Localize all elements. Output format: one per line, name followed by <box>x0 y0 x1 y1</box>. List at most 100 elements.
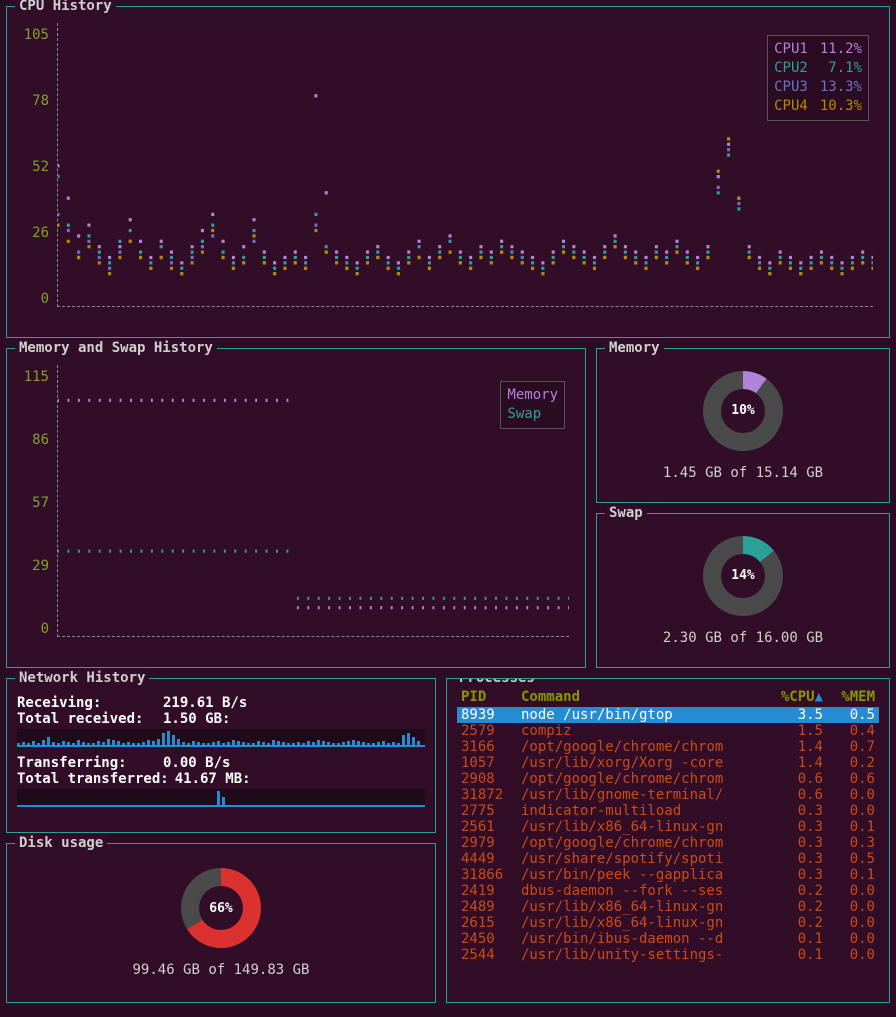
cell-cpu: 0.3 <box>765 819 827 835</box>
cell-pid: 2561 <box>457 819 517 835</box>
cpu-history-panel: CPU History 105 78 52 26 0 CPU111.2%CPU2… <box>6 6 890 338</box>
tx-label: Transferring: <box>17 755 157 771</box>
cpu-chart-area <box>57 23 873 307</box>
mem-chart <box>58 365 569 636</box>
cell-cpu: 0.1 <box>765 947 827 963</box>
legend-item: CPU111.2% <box>774 40 862 59</box>
cell-cmd: /usr/bin/peek --gapplica <box>517 867 765 883</box>
cell-cmd: /usr/lib/xorg/Xorg -core <box>517 755 765 771</box>
cell-cmd: /usr/lib/x86_64-linux-gn <box>517 915 765 931</box>
cell-cmd: /usr/lib/gnome-terminal/ <box>517 787 765 803</box>
table-row[interactable]: 2979 /opt/google/chrome/chrom 0.3 0.3 <box>457 835 879 851</box>
table-row[interactable]: 2579 compiz 1.5 0.4 <box>457 723 879 739</box>
panel-title: Disk usage <box>15 835 107 851</box>
rx-value: 219.61 B/s <box>163 695 247 711</box>
cell-cmd: /usr/lib/x86_64-linux-gn <box>517 819 765 835</box>
col-cpu[interactable]: %CPU▲ <box>765 687 827 707</box>
table-row[interactable]: 4449 /usr/share/spotify/spoti 0.3 0.5 <box>457 851 879 867</box>
tx-total-label: Total transferred: <box>17 771 169 787</box>
cell-mem: 0.0 <box>827 899 879 915</box>
cell-cmd: compiz <box>517 723 765 739</box>
processes-panel: Processes PID Command %CPU▲ %MEM 8939 no… <box>446 678 890 1003</box>
col-pid[interactable]: PID <box>457 687 517 707</box>
cell-pid: 31872 <box>457 787 517 803</box>
memory-panel: Memory 10% 1.45 GB of 15.14 GB <box>596 348 890 503</box>
cell-mem: 0.1 <box>827 819 879 835</box>
cell-cpu: 3.5 <box>765 707 827 723</box>
mem-y-axis: 115 86 57 29 0 <box>17 369 49 637</box>
table-row[interactable]: 3166 /opt/google/chrome/chrom 1.4 0.7 <box>457 739 879 755</box>
table-row[interactable]: 2450 /usr/bin/ibus-daemon --d 0.1 0.0 <box>457 931 879 947</box>
cell-cpu: 0.3 <box>765 867 827 883</box>
table-row[interactable]: 31866 /usr/bin/peek --gapplica 0.3 0.1 <box>457 867 879 883</box>
network-panel: Network History Receiving:219.61 B/s Tot… <box>6 678 436 833</box>
table-row[interactable]: 2615 /usr/lib/x86_64-linux-gn 0.2 0.0 <box>457 915 879 931</box>
table-row[interactable]: 8939 node /usr/bin/gtop 3.5 0.5 <box>457 707 879 723</box>
cell-pid: 2908 <box>457 771 517 787</box>
rx-total-label: Total received: <box>17 711 157 727</box>
legend-item: CPU410.3% <box>774 97 862 116</box>
cell-mem: 0.2 <box>827 755 879 771</box>
legend-item: Swap <box>507 405 558 424</box>
panel-title: Memory <box>605 340 664 356</box>
table-row[interactable]: 2561 /usr/lib/x86_64-linux-gn 0.3 0.1 <box>457 819 879 835</box>
cell-cmd: /usr/share/spotify/spoti <box>517 851 765 867</box>
cell-cpu: 0.2 <box>765 899 827 915</box>
table-row[interactable]: 2908 /opt/google/chrome/chrom 0.6 0.6 <box>457 771 879 787</box>
cell-pid: 2489 <box>457 899 517 915</box>
table-row[interactable]: 1057 /usr/lib/xorg/Xorg -core 1.4 0.2 <box>457 755 879 771</box>
cell-cpu: 0.6 <box>765 771 827 787</box>
cell-mem: 0.0 <box>827 803 879 819</box>
cell-cpu: 0.3 <box>765 835 827 851</box>
cpu-legend: CPU111.2%CPU27.1%CPU313.3%CPU410.3% <box>767 35 869 121</box>
cell-cpu: 0.6 <box>765 787 827 803</box>
cell-cpu: 0.2 <box>765 883 827 899</box>
rx-strip <box>17 729 425 747</box>
disk-donut: 66% <box>181 868 261 948</box>
cell-cmd: dbus-daemon --fork --ses <box>517 883 765 899</box>
legend-item: Memory <box>507 386 558 405</box>
table-row[interactable]: 2775 indicator-multiload 0.3 0.0 <box>457 803 879 819</box>
panel-title: CPU History <box>15 0 116 14</box>
table-row[interactable]: 2544 /usr/lib/unity-settings- 0.1 0.0 <box>457 947 879 963</box>
memory-caption: 1.45 GB of 15.14 GB <box>663 465 823 481</box>
process-table[interactable]: PID Command %CPU▲ %MEM 8939 node /usr/bi… <box>457 687 879 963</box>
cell-cmd: /opt/google/chrome/chrom <box>517 771 765 787</box>
cpu-chart <box>58 23 873 306</box>
mem-legend: MemorySwap <box>500 381 565 429</box>
cell-mem: 0.7 <box>827 739 879 755</box>
table-row[interactable]: 2419 dbus-daemon --fork --ses 0.2 0.0 <box>457 883 879 899</box>
legend-item: CPU313.3% <box>774 78 862 97</box>
cell-cpu: 0.3 <box>765 803 827 819</box>
col-cmd[interactable]: Command <box>517 687 765 707</box>
cell-cmd: /usr/lib/x86_64-linux-gn <box>517 899 765 915</box>
cell-cpu: 0.2 <box>765 915 827 931</box>
cell-cmd: /usr/lib/unity-settings- <box>517 947 765 963</box>
cell-cmd: node /usr/bin/gtop <box>517 707 765 723</box>
col-mem[interactable]: %MEM <box>827 687 879 707</box>
cell-pid: 8939 <box>457 707 517 723</box>
cell-pid: 2544 <box>457 947 517 963</box>
cell-mem: 0.0 <box>827 947 879 963</box>
disk-panel: Disk usage 66% 99.46 GB of 149.83 GB <box>6 843 436 1003</box>
cell-mem: 0.6 <box>827 771 879 787</box>
panel-title: Network History <box>15 670 149 686</box>
memory-pct: 10% <box>721 389 765 433</box>
cell-pid: 2775 <box>457 803 517 819</box>
cell-pid: 1057 <box>457 755 517 771</box>
cell-pid: 2979 <box>457 835 517 851</box>
cell-mem: 0.4 <box>827 723 879 739</box>
table-row[interactable]: 2489 /usr/lib/x86_64-linux-gn 0.2 0.0 <box>457 899 879 915</box>
cpu-y-axis: 105 78 52 26 0 <box>17 27 49 307</box>
cell-mem: 0.0 <box>827 883 879 899</box>
cell-cpu: 1.4 <box>765 739 827 755</box>
table-row[interactable]: 31872 /usr/lib/gnome-terminal/ 0.6 0.0 <box>457 787 879 803</box>
cell-pid: 31866 <box>457 867 517 883</box>
disk-caption: 99.46 GB of 149.83 GB <box>132 962 309 978</box>
cell-pid: 2450 <box>457 931 517 947</box>
cell-mem: 0.0 <box>827 931 879 947</box>
cell-mem: 0.5 <box>827 851 879 867</box>
cell-cmd: indicator-multiload <box>517 803 765 819</box>
panel-title: Processes <box>455 678 539 686</box>
disk-pct: 66% <box>199 886 243 930</box>
